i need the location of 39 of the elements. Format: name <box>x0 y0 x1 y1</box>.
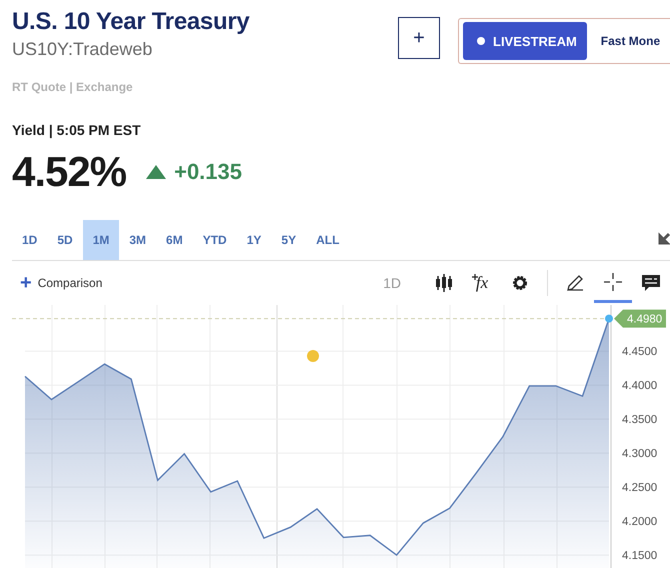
pencil-icon <box>565 273 585 293</box>
axis-label: 4.4000 <box>622 380 658 392</box>
yield-value: 4.52% <box>12 148 126 196</box>
range-tab[interactable]: 6M <box>156 220 193 260</box>
candlestick-icon <box>434 273 454 293</box>
formula-button[interactable]: fx <box>463 263 501 303</box>
interval-button[interactable]: 1D <box>383 275 401 291</box>
settings-icon <box>510 273 530 293</box>
axis-label: 4.2000 <box>622 516 658 528</box>
axis-label: 4.4500 <box>622 346 658 358</box>
live-dot-icon <box>477 37 485 45</box>
range-tab[interactable]: 5Y <box>271 220 306 260</box>
comparison-button[interactable]: + Comparison <box>20 272 102 294</box>
livestream-button[interactable]: LIVESTREAM <box>463 22 587 60</box>
axis-label: 4.3000 <box>622 448 658 460</box>
yield-change: +0.135 <box>174 159 242 185</box>
event-marker[interactable] <box>307 350 319 362</box>
range-tab[interactable]: 1M <box>82 220 120 260</box>
range-tab[interactable]: 1Y <box>236 220 272 260</box>
plus-icon <box>472 274 478 280</box>
show-link[interactable]: Fast Mone <box>600 34 660 48</box>
range-tab[interactable]: 5D <box>47 220 83 260</box>
range-tab[interactable]: 3M <box>119 220 156 260</box>
arrow-icon[interactable] <box>658 232 670 246</box>
axis-label: 4.1500 <box>622 550 658 562</box>
axis-label: 4.2500 <box>622 482 658 494</box>
range-tab[interactable]: 1D <box>12 220 48 260</box>
yield-label: Yield | 5:05 PM EST <box>12 122 141 138</box>
last-value-tag: 4.4980 <box>614 310 666 328</box>
last-point-marker <box>605 314 613 323</box>
quote-symbol: US10Y:Tradeweb <box>12 38 152 60</box>
add-button[interactable]: + <box>398 17 440 59</box>
comment-icon <box>641 273 661 293</box>
range-tab[interactable]: YTD <box>192 220 237 260</box>
quote-title: U.S. 10 Year Treasury <box>12 7 250 37</box>
range-tab[interactable]: ALL <box>306 220 350 260</box>
crosshair-icon <box>603 272 623 292</box>
quote-source: RT Quote | Exchange <box>12 80 133 94</box>
axis-label: 4.3500 <box>622 414 658 426</box>
